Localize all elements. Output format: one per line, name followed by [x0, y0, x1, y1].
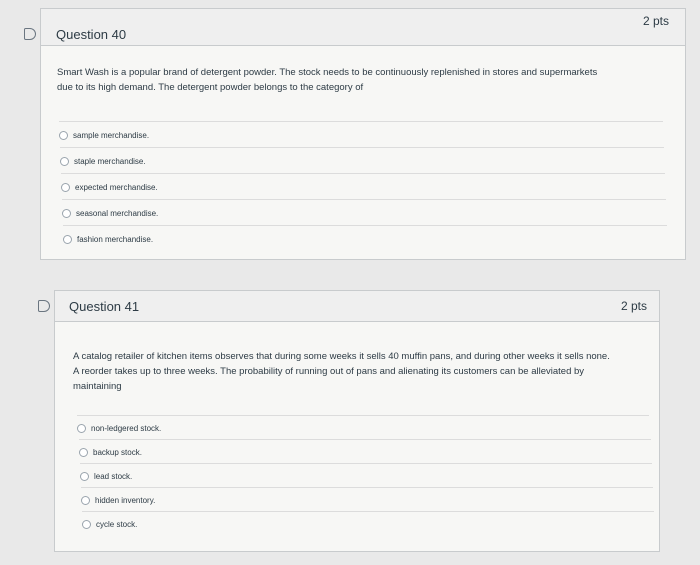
answer-option-label: backup stock. [93, 447, 142, 457]
answer-option[interactable]: expected merchandise. [61, 173, 665, 200]
radio-button[interactable] [61, 182, 70, 192]
radio-button[interactable] [60, 156, 69, 166]
question-card-40: Question 40 2 pts Smart Wash is a popula… [40, 8, 686, 260]
flag-question-icon[interactable] [38, 300, 50, 312]
answer-option-label: expected merchandise. [75, 182, 158, 192]
question-points: 2 pts [642, 14, 669, 28]
radio-button[interactable] [63, 234, 72, 244]
question-text-line: A reorder takes up to three weeks. The p… [73, 366, 585, 377]
answer-option-label: lead stock. [94, 471, 133, 481]
answer-option[interactable]: backup stock. [79, 439, 651, 464]
flag-question-icon[interactable] [24, 28, 36, 40]
answer-option-label: hidden inventory. [95, 495, 156, 505]
answer-option[interactable]: cycle stock. [82, 511, 654, 536]
answer-option[interactable]: lead stock. [80, 463, 652, 488]
question-title: Question 41 [69, 299, 140, 314]
question-text-line: due to its high demand. The detergent po… [57, 82, 364, 93]
radio-button[interactable] [59, 130, 68, 140]
question-header: Question 41 2 pts [55, 291, 659, 322]
answer-option-label: sample merchandise. [73, 130, 150, 140]
question-card-41: Question 41 2 pts A catalog retailer of … [54, 290, 660, 552]
answer-option-label: cycle stock. [96, 519, 138, 529]
answer-option-label: fashion merchandise. [77, 234, 154, 244]
answer-option[interactable]: staple merchandise. [60, 147, 664, 174]
answer-option-label: staple merchandise. [74, 156, 146, 166]
question-text: A catalog retailer of kitchen items obse… [73, 349, 655, 394]
question-points: 2 pts [620, 299, 647, 313]
answer-option[interactable]: sample merchandise. [59, 121, 663, 148]
answer-option[interactable]: fashion merchandise. [63, 225, 667, 252]
question-header: Question 40 2 pts [41, 9, 685, 46]
radio-button[interactable] [80, 471, 89, 481]
question-text: Smart Wash is a popular brand of deterge… [57, 65, 677, 95]
radio-button[interactable] [82, 519, 91, 529]
radio-button[interactable] [62, 208, 71, 218]
radio-button[interactable] [77, 423, 86, 433]
radio-button[interactable] [79, 447, 88, 457]
answer-option[interactable]: seasonal merchandise. [62, 199, 666, 226]
question-text-line: A catalog retailer of kitchen items obse… [73, 351, 610, 362]
question-title: Question 40 [56, 27, 127, 42]
radio-button[interactable] [81, 495, 90, 505]
answer-option[interactable]: non-ledgered stock. [77, 415, 649, 440]
answer-option-label: seasonal merchandise. [76, 208, 159, 218]
answer-option[interactable]: hidden inventory. [81, 487, 653, 512]
answer-option-label: non-ledgered stock. [91, 423, 162, 433]
question-text-line: maintaining [73, 381, 122, 392]
question-text-line: Smart Wash is a popular brand of deterge… [57, 67, 598, 78]
